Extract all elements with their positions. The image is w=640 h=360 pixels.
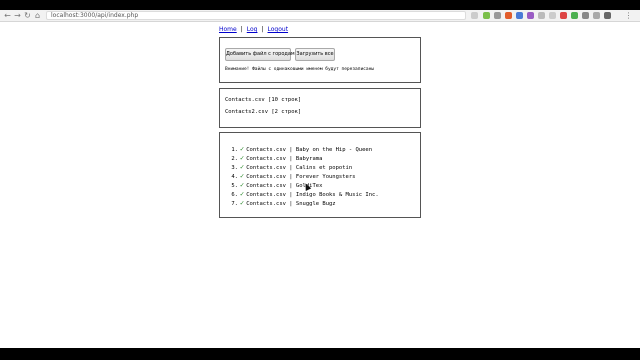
check-icon: ✓	[240, 190, 245, 198]
check-icon: ✓	[240, 154, 245, 162]
menu-icon[interactable]: ⋮	[624, 11, 633, 20]
extension-icon[interactable]	[604, 12, 611, 19]
extension-icon[interactable]	[527, 12, 534, 19]
results-panel: 1. ✓ Contacts.csv | Baby on the Hip - Quee…	[219, 132, 421, 218]
row-text: Contacts.csv | Baby on the Hip - Queen	[246, 147, 373, 153]
extension-icon[interactable]	[582, 12, 589, 19]
address-url: localhost:3000/api/index.php	[51, 12, 139, 19]
result-row: 3. ✓ Contacts.csv | Calins et popotin	[229, 163, 379, 172]
overwrite-warning: Внимание! Файлы с одинаковыми именем буд…	[225, 67, 375, 72]
address-bar[interactable]: localhost:3000/api/index.php	[46, 11, 466, 20]
row-text: Contacts.csv | Forever Youngsters	[246, 174, 356, 180]
file-item: Contacts.csv [10 строк]	[225, 97, 302, 103]
result-row: 4. ✓ Contacts.csv | Forever Youngsters	[229, 172, 379, 181]
row-text: Contacts.csv | Snuggle Bugz	[246, 201, 336, 207]
nav-logout-link[interactable]: Logout	[268, 26, 289, 33]
extension-icon[interactable]	[494, 12, 501, 19]
upload-all-button[interactable]: Загрузить все	[295, 48, 335, 61]
nav-separator: |	[261, 26, 264, 33]
result-row: 2. ✓ Contacts.csv | Babyrama	[229, 154, 379, 163]
check-icon: ✓	[240, 172, 245, 180]
result-row: 7. ✓ Contacts.csv | Snuggle Bugz	[229, 199, 379, 208]
results-list: 1. ✓ Contacts.csv | Baby on the Hip - Quee…	[229, 145, 379, 208]
extension-icon[interactable]	[549, 12, 556, 19]
upload-panel: Добавить файл с городами Загрузить все В…	[219, 37, 421, 83]
reload-icon[interactable]: ↻	[23, 11, 32, 20]
bottom-letterbox	[0, 348, 640, 360]
extension-icon[interactable]	[571, 12, 578, 19]
extension-icon[interactable]	[538, 12, 545, 19]
nav-log-link[interactable]: Log	[247, 26, 258, 33]
extension-icon[interactable]	[516, 12, 523, 19]
forward-icon[interactable]: →	[13, 11, 22, 20]
extension-icon[interactable]	[593, 12, 600, 19]
extension-icon[interactable]	[505, 12, 512, 19]
home-icon[interactable]: ⌂	[33, 11, 42, 20]
top-letterbox	[0, 0, 640, 10]
row-text: Contacts.csv | Indigo Books & Music Inc.	[246, 192, 379, 198]
nav-home-link[interactable]: Home	[219, 26, 237, 33]
result-row: 6. ✓ Contacts.csv | Indigo Books & Music I…	[229, 190, 379, 199]
check-icon: ✓	[240, 181, 245, 189]
row-text: Contacts.csv | Babyrama	[246, 156, 323, 162]
row-number: 7.	[231, 201, 238, 207]
page-content: Home | Log | Logout Добавить файл с городами…	[0, 22, 640, 348]
result-row: 1. ✓ Contacts.csv | Baby on the Hip - Quee…	[229, 145, 379, 154]
check-icon: ✓	[240, 163, 245, 171]
check-icon: ✓	[240, 145, 245, 153]
files-panel: Contacts.csv [10 строк] Contacts2.csv [2…	[219, 88, 421, 128]
bookmark-star-icon[interactable]	[471, 12, 478, 19]
row-text: Contacts.csv | Calins et popotin	[246, 165, 353, 171]
file-list: Contacts.csv [10 строк] Contacts2.csv [2…	[225, 97, 301, 121]
check-icon: ✓	[240, 199, 245, 207]
back-icon[interactable]: ←	[3, 11, 12, 20]
nav-separator: |	[240, 26, 243, 33]
file-item: Contacts2.csv [2 строк]	[225, 109, 302, 115]
nav-links: Home | Log | Logout	[219, 26, 288, 34]
extension-icon[interactable]	[560, 12, 567, 19]
extension-icon[interactable]	[483, 12, 490, 19]
browser-toolbar: ← → ↻ ⌂ localhost:3000/api/index.php ⋮	[0, 10, 640, 22]
add-file-button[interactable]: Добавить файл с городами	[225, 48, 298, 61]
